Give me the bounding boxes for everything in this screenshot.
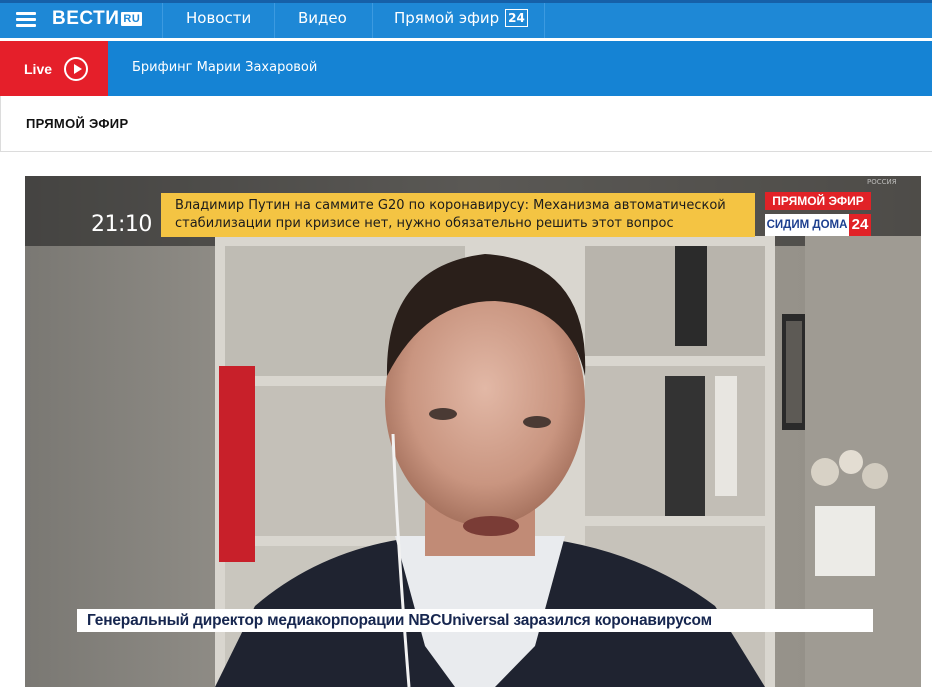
lower-third-caption: Генеральный директор медиакорпорации NBC… <box>77 609 873 632</box>
caption-text: Генеральный директор медиакорпорации NBC… <box>87 612 712 629</box>
live-label: Live <box>24 60 53 77</box>
nav-divider <box>274 3 275 38</box>
live-button[interactable]: Live <box>0 41 108 96</box>
play-icon <box>64 56 89 81</box>
top-navigation: ВЕСТИ RU Новости Видео Прямой эфир 24 <box>0 0 932 38</box>
nav-divider <box>544 3 545 38</box>
logo-text: ВЕСТИ <box>52 8 120 29</box>
nav-divider <box>372 3 373 38</box>
nav-item-live-label: Прямой эфир <box>394 9 500 27</box>
news-ticker: Владимир Путин на саммите G20 по коронав… <box>161 193 755 237</box>
section-header: ПРЯМОЙ ЭФИР <box>0 96 932 152</box>
ticker-line-1: Владимир Путин на саммите G20 по коронав… <box>175 198 726 213</box>
channel-24-logo: 24 <box>849 214 871 236</box>
live-broadcast-title[interactable]: Брифинг Марии Захаровой <box>132 60 317 75</box>
section-title: ПРЯМОЙ ЭФИР <box>26 116 129 131</box>
live-bar: Live Брифинг Марии Захаровой <box>0 41 932 96</box>
logo-suffix: RU <box>121 12 143 26</box>
nav-item-live[interactable]: Прямой эфир 24 <box>394 9 528 27</box>
site-logo[interactable]: ВЕСТИ RU <box>52 7 143 31</box>
on-air-badge: ПРЯМОЙ ЭФИР <box>765 192 871 210</box>
menu-icon[interactable] <box>16 10 38 28</box>
broadcast-clock: 21:10 <box>91 212 152 237</box>
nav-item-news[interactable]: Новости <box>186 9 251 27</box>
stay-home-badge: СИДИМ ДОМА <box>765 214 849 236</box>
video-player[interactable]: РОССИЯ 21:10 Владимир Путин на саммите G… <box>25 176 921 687</box>
nav-item-video[interactable]: Видео <box>298 9 347 27</box>
nav-divider <box>162 3 163 38</box>
channel-watermark: РОССИЯ <box>867 178 897 186</box>
ticker-line-2: стабилизации при кризисе нет, нужно обяз… <box>175 216 674 231</box>
channel-24-badge: 24 <box>505 9 528 27</box>
